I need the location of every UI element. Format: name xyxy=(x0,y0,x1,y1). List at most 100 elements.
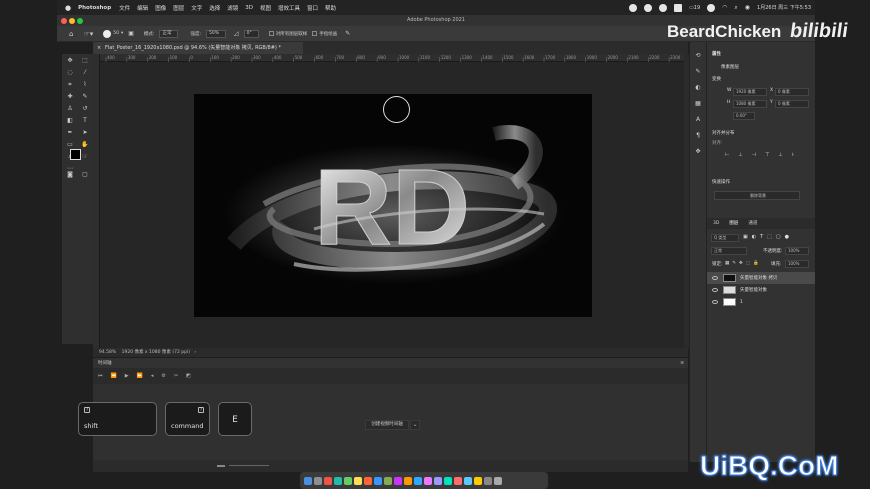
play-icon[interactable]: ▶ xyxy=(125,373,129,379)
music-icon[interactable] xyxy=(454,476,462,485)
history-panel-icon[interactable]: ⟲ xyxy=(694,52,702,60)
clock[interactable]: 1月26日 周三 下午5:53 xyxy=(757,4,811,11)
close-window-button[interactable] xyxy=(61,18,67,24)
timeline-dropdown-icon[interactable]: ⌄ xyxy=(410,420,420,430)
photoshop-icon[interactable] xyxy=(414,476,422,485)
xd-icon[interactable] xyxy=(424,476,432,485)
smudge-tool-preset-icon[interactable]: ☞▾ xyxy=(83,30,93,38)
menu-plugins[interactable]: 增效工具 xyxy=(278,4,300,12)
zoom-slider[interactable] xyxy=(229,465,269,466)
mail-icon[interactable] xyxy=(464,476,472,485)
brush-size-picker[interactable]: 50 ▾ xyxy=(103,29,123,38)
artwork-canvas[interactable]: RD xyxy=(194,94,592,317)
home-icon[interactable]: ⌂ xyxy=(69,30,73,38)
messages-icon[interactable] xyxy=(344,476,352,485)
brush-tool-icon[interactable]: ✎ xyxy=(81,93,89,101)
layer-row[interactable]: 矢量智能对象 拷贝 xyxy=(707,272,815,284)
menu-help[interactable]: 帮助 xyxy=(325,4,336,12)
next-frame-icon[interactable]: ⏩ xyxy=(137,373,143,379)
first-frame-icon[interactable]: ⏮ xyxy=(98,373,103,379)
appstore-icon[interactable] xyxy=(374,476,382,485)
calendar-icon[interactable] xyxy=(364,476,372,485)
quick-mask-icon[interactable]: ◙ xyxy=(66,171,74,179)
battery-indicator[interactable]: ▭19 xyxy=(689,5,700,11)
menu-edit[interactable]: 编辑 xyxy=(137,4,148,12)
tools-panel-icon[interactable]: ✥ xyxy=(694,148,702,156)
visibility-eye-icon[interactable] xyxy=(712,276,718,280)
character-panel-icon[interactable]: A xyxy=(694,116,702,124)
type-tool-icon[interactable]: T xyxy=(81,117,89,125)
chrome-icon[interactable] xyxy=(324,476,332,485)
note-icon[interactable] xyxy=(674,3,683,12)
visibility-eye-icon[interactable] xyxy=(712,300,718,304)
marquee-tool-icon[interactable]: ⬚ xyxy=(81,57,89,65)
healing-tool-icon[interactable]: ✚ xyxy=(66,93,74,101)
safari-icon[interactable] xyxy=(334,476,342,485)
premiere-icon[interactable] xyxy=(434,476,442,485)
angle-input[interactable]: 0° xyxy=(243,29,259,38)
zoom-out-icon[interactable] xyxy=(217,465,225,467)
align-buttons[interactable]: ⊢⊥⊣⊤⊥⊦ xyxy=(725,152,803,158)
finder-icon[interactable] xyxy=(304,476,312,485)
zoom-window-button[interactable] xyxy=(77,18,83,24)
status-expand-icon[interactable]: › xyxy=(194,350,196,355)
visibility-eye-icon[interactable] xyxy=(712,288,718,292)
opacity-input[interactable]: 100% xyxy=(785,247,809,255)
finger-paint-checkbox[interactable]: 手指绘画 xyxy=(312,31,337,37)
apple-icon[interactable]: ● xyxy=(65,4,71,12)
menu-type[interactable]: 文字 xyxy=(191,4,202,12)
brush-settings-icon[interactable]: ▣ xyxy=(128,30,134,37)
history-brush-tool-icon[interactable]: ↺ xyxy=(81,105,89,113)
pen-tool-icon[interactable]: ✒ xyxy=(66,129,74,137)
fill-input[interactable]: 100% xyxy=(785,260,809,268)
document-tab[interactable]: × Flat_Poster_16_1920x1080.psd @ 94.6% (… xyxy=(93,42,303,54)
menu-filter[interactable]: 滤镜 xyxy=(227,4,238,12)
controlcenter-icon[interactable] xyxy=(644,3,653,12)
minimize-window-button[interactable] xyxy=(69,18,75,24)
wechat-icon[interactable] xyxy=(384,476,392,485)
trash-icon[interactable] xyxy=(494,476,502,485)
crop-tool-icon[interactable]: ⌗ xyxy=(66,81,74,89)
folder-icon[interactable] xyxy=(474,476,482,485)
prev-frame-icon[interactable]: ⏪ xyxy=(111,373,117,379)
close-tab-icon[interactable]: × xyxy=(97,42,101,54)
wifi-icon[interactable]: ◠ xyxy=(722,4,727,11)
menu-file[interactable]: 文件 xyxy=(119,4,130,12)
height-input[interactable]: 1080 像素 xyxy=(733,100,767,108)
adjustments-panel-icon[interactable]: ◐ xyxy=(694,84,702,92)
menu-image[interactable]: 图像 xyxy=(155,4,166,12)
tab-channels[interactable]: 通道 xyxy=(748,218,757,229)
stamp-tool-icon[interactable]: ♙ xyxy=(66,105,74,113)
foreground-color-swatch[interactable] xyxy=(70,149,81,160)
angle-input[interactable]: 0.00° xyxy=(733,112,755,120)
transform-section-label[interactable]: 变换 xyxy=(712,76,721,82)
remove-background-button[interactable]: 删除背景 xyxy=(714,191,800,200)
pressure-icon[interactable]: ✎ xyxy=(345,30,350,37)
eyedropper-tool-icon[interactable]: ⌇ xyxy=(81,81,89,89)
move-tool-icon[interactable]: ✥ xyxy=(66,57,74,65)
mode-select[interactable]: 正常 xyxy=(159,29,179,38)
menu-3d[interactable]: 3D xyxy=(245,5,253,11)
path-select-tool-icon[interactable]: ➤ xyxy=(81,129,89,137)
transition-icon[interactable]: ◩ xyxy=(186,373,191,379)
podcasts-icon[interactable] xyxy=(394,476,402,485)
timeline-title[interactable]: 时间轴 xyxy=(98,361,112,366)
settings-icon[interactable]: ⚙ xyxy=(161,373,165,379)
y-input[interactable]: 0 像素 xyxy=(775,100,809,108)
align-section-title[interactable]: 对齐并分布 xyxy=(712,130,735,136)
aftereffects-icon[interactable] xyxy=(444,476,452,485)
lock-icons[interactable]: ▦✎✥⬚🔒 xyxy=(725,261,762,266)
menu-window[interactable]: 窗口 xyxy=(307,4,318,12)
hand-tool-icon[interactable]: ✋ xyxy=(81,141,89,149)
eraser-tool-icon[interactable]: ◧ xyxy=(66,117,74,125)
zoom-level[interactable]: 94.58% xyxy=(99,350,116,355)
record-icon[interactable] xyxy=(629,3,638,12)
sample-all-checkbox[interactable]: 对所有图层取样 xyxy=(268,31,307,37)
brush-panel-icon[interactable]: ✎ xyxy=(694,68,702,76)
layer-row[interactable]: 1 xyxy=(707,296,815,308)
lasso-tool-icon[interactable]: ◌ xyxy=(66,69,74,77)
properties-title[interactable]: 属性 xyxy=(712,51,721,57)
paragraph-panel-icon[interactable]: ¶ xyxy=(694,132,702,140)
layer-filter-icons[interactable]: ▣◐T⬚▢● xyxy=(743,234,793,240)
quick-select-tool-icon[interactable]: ⁄ xyxy=(81,69,89,77)
